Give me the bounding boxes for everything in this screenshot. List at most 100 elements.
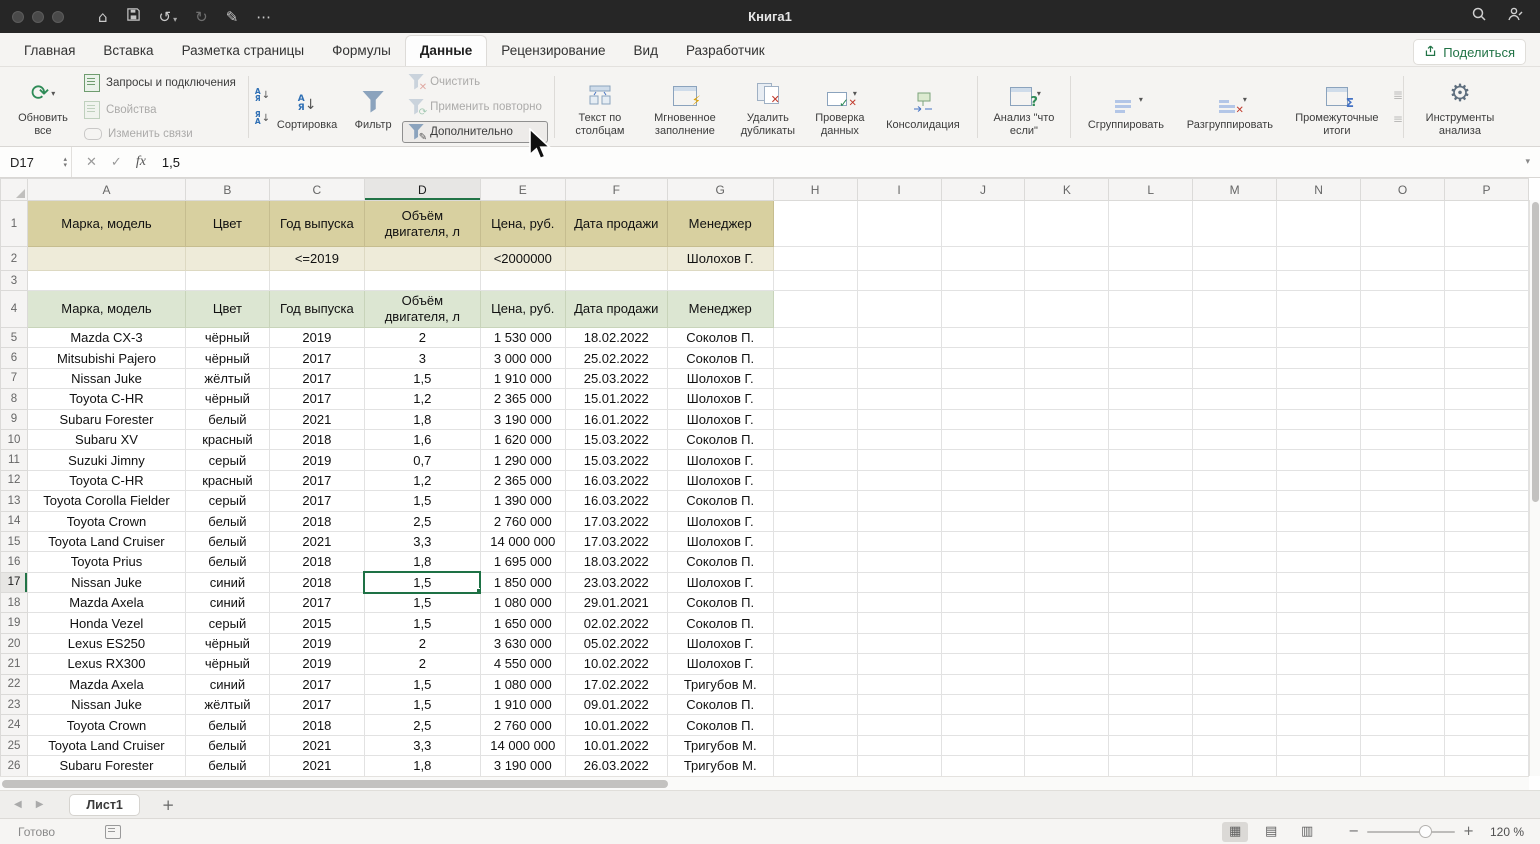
column-header-D[interactable]: D [364,179,480,201]
cell-A8[interactable]: Toyota C-HR [27,389,185,409]
cell-J5[interactable] [941,328,1025,348]
cell-O11[interactable] [1361,450,1445,470]
view-normal-button[interactable]: ▦ [1222,822,1248,842]
cell-D14[interactable]: 2,5 [364,511,480,531]
cell-M7[interactable] [1193,368,1277,388]
cell-B12[interactable]: красный [185,470,269,490]
cell-E18[interactable]: 1 080 000 [480,593,565,613]
cell-J22[interactable] [941,674,1025,694]
cell-K7[interactable] [1025,368,1109,388]
name-box-stepper[interactable]: ▴ ▾ [63,156,67,169]
cell-D16[interactable]: 1,8 [364,552,480,572]
cell-F12[interactable]: 16.03.2022 [565,470,667,490]
cell-P7[interactable] [1444,368,1528,388]
cell-K6[interactable] [1025,348,1109,368]
cell-I18[interactable] [857,593,941,613]
cell-F20[interactable]: 05.02.2022 [565,633,667,653]
cell-D19[interactable]: 1,5 [364,613,480,633]
cell-P4[interactable] [1444,291,1528,328]
cell-F5[interactable]: 18.02.2022 [565,328,667,348]
cell-D21[interactable]: 2 [364,654,480,674]
cell-N6[interactable] [1277,348,1361,368]
cell-F13[interactable]: 16.03.2022 [565,491,667,511]
cell-O23[interactable] [1361,695,1445,715]
cell-J18[interactable] [941,593,1025,613]
cell-N17[interactable] [1277,572,1361,592]
cell-L1[interactable] [1109,201,1193,247]
cell-I9[interactable] [857,409,941,429]
row-header-12[interactable]: 12 [1,470,28,490]
cell-N2[interactable] [1277,247,1361,271]
cell-I2[interactable] [857,247,941,271]
cell-O9[interactable] [1361,409,1445,429]
cell-B23[interactable]: жёлтый [185,695,269,715]
cell-D23[interactable]: 1,5 [364,695,480,715]
cell-K16[interactable] [1025,552,1109,572]
ribbon-tab-Вставка[interactable]: Вставка [89,36,167,66]
cell-M5[interactable] [1193,328,1277,348]
cell-F9[interactable]: 16.01.2022 [565,409,667,429]
cell-A11[interactable]: Suzuki Jimny [27,450,185,470]
cell-P16[interactable] [1444,552,1528,572]
cell-F1[interactable]: Дата продажи [565,201,667,247]
cell-G7[interactable]: Шолохов Г. [667,368,773,388]
cell-E6[interactable]: 3 000 000 [480,348,565,368]
cell-P9[interactable] [1444,409,1528,429]
cell-H26[interactable] [773,756,857,776]
cell-D25[interactable]: 3,3 [364,735,480,755]
cell-H1[interactable] [773,201,857,247]
cell-D3[interactable] [364,271,480,291]
cell-N7[interactable] [1277,368,1361,388]
cell-E21[interactable]: 4 550 000 [480,654,565,674]
cell-B2[interactable] [185,247,269,271]
cell-N8[interactable] [1277,389,1361,409]
cell-G4[interactable]: Менеджер [667,291,773,328]
cell-A23[interactable]: Nissan Juke [27,695,185,715]
formula-bar-expand-icon[interactable]: ▾ [1525,157,1530,167]
cell-C13[interactable]: 2017 [269,491,364,511]
macro-record-icon[interactable] [105,825,121,839]
cell-H4[interactable] [773,291,857,328]
cell-I22[interactable] [857,674,941,694]
cell-L18[interactable] [1109,593,1193,613]
cell-G15[interactable]: Шолохов Г. [667,531,773,551]
cell-J3[interactable] [941,271,1025,291]
cell-N3[interactable] [1277,271,1361,291]
cell-L26[interactable] [1109,756,1193,776]
cell-J6[interactable] [941,348,1025,368]
row-header-13[interactable]: 13 [1,491,28,511]
cell-M16[interactable] [1193,552,1277,572]
cell-O2[interactable] [1361,247,1445,271]
cell-O15[interactable] [1361,531,1445,551]
cell-G3[interactable] [667,271,773,291]
ribbon-tab-Разметка страницы[interactable]: Разметка страницы [168,36,318,66]
queries-connections-button[interactable]: Запросы и подключения [78,71,242,95]
column-header-K[interactable]: K [1025,179,1109,201]
cell-N10[interactable] [1277,429,1361,449]
cell-C22[interactable]: 2017 [269,674,364,694]
cell-J24[interactable] [941,715,1025,735]
cell-L8[interactable] [1109,389,1193,409]
row-header-4[interactable]: 4 [1,291,28,328]
cell-B15[interactable]: белый [185,531,269,551]
remove-duplicates-button[interactable]: ✕ Удалить дубликаты [731,73,805,140]
minimize-window-button[interactable] [32,11,44,23]
share-user-icon[interactable] [1507,6,1524,27]
cell-O19[interactable] [1361,613,1445,633]
cell-C14[interactable]: 2018 [269,511,364,531]
cell-J17[interactable] [941,572,1025,592]
text-to-columns-button[interactable]: Текст по столбцам [561,73,639,140]
cell-M17[interactable] [1193,572,1277,592]
cell-K13[interactable] [1025,491,1109,511]
cell-N18[interactable] [1277,593,1361,613]
cell-P14[interactable] [1444,511,1528,531]
redo-icon[interactable]: ↻ [195,8,208,26]
cell-O3[interactable] [1361,271,1445,291]
cell-J7[interactable] [941,368,1025,388]
cell-J10[interactable] [941,429,1025,449]
cell-K22[interactable] [1025,674,1109,694]
cell-A21[interactable]: Lexus RX300 [27,654,185,674]
cell-H23[interactable] [773,695,857,715]
cell-A14[interactable]: Toyota Crown [27,511,185,531]
cell-B10[interactable]: красный [185,429,269,449]
